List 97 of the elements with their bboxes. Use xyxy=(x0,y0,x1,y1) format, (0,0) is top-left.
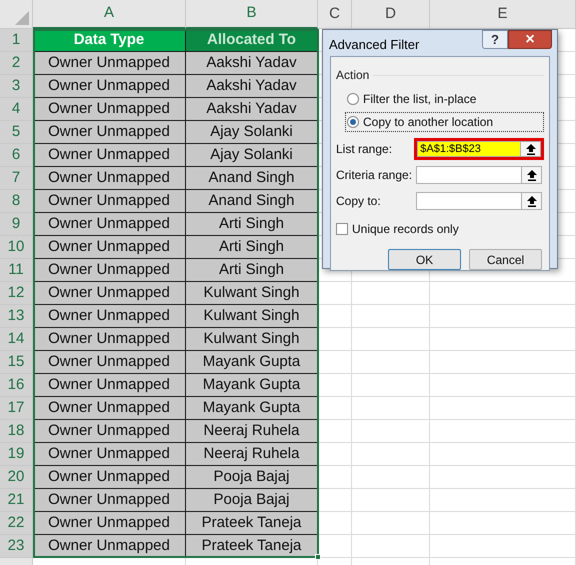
row-header[interactable]: 19 xyxy=(0,443,33,466)
collapse-arrow-icon xyxy=(526,196,536,206)
corner-triangle-icon xyxy=(15,11,29,25)
table-cell: Aakshi Yadav xyxy=(186,98,318,121)
table-cell: Owner Unmapped xyxy=(33,52,186,75)
row-header[interactable]: 14 xyxy=(0,328,33,351)
table-cell: Owner Unmapped xyxy=(33,328,186,351)
dialog-button[interactable]: OK xyxy=(388,249,461,270)
collapse-dialog-button[interactable] xyxy=(520,142,540,156)
row-header[interactable]: 1 xyxy=(0,29,33,52)
table-cell: Owner Unmapped xyxy=(33,121,186,144)
table-cell: Kulwant Singh xyxy=(186,282,318,305)
row-header[interactable]: 6 xyxy=(0,144,33,167)
field-label: Criteria range: xyxy=(336,167,414,184)
row-header[interactable]: 9 xyxy=(0,213,33,236)
table-cell: Owner Unmapped xyxy=(33,213,186,236)
field-label: List range: xyxy=(336,141,394,158)
dialog-button[interactable]: Cancel xyxy=(469,249,542,270)
row-header[interactable]: 10 xyxy=(0,236,33,259)
column-header[interactable]: D xyxy=(352,0,430,29)
table-cell: Aakshi Yadav xyxy=(186,52,318,75)
table-cell: Owner Unmapped xyxy=(33,489,186,512)
table-cell: Owner Unmapped xyxy=(33,397,186,420)
column-header[interactable]: A xyxy=(33,0,186,29)
table-cell: Kulwant Singh xyxy=(186,305,318,328)
help-button[interactable]: ? xyxy=(482,30,508,49)
fill-handle[interactable] xyxy=(315,554,321,560)
table-cell: Owner Unmapped xyxy=(33,305,186,328)
close-button[interactable]: × xyxy=(508,30,552,49)
row-header[interactable]: 13 xyxy=(0,305,33,328)
table-cell: Owner Unmapped xyxy=(33,190,186,213)
table-cell: Owner Unmapped xyxy=(33,466,186,489)
window-title: Advanced Filter xyxy=(329,36,420,54)
table-cell: Owner Unmapped xyxy=(33,98,186,121)
table-cell: Neeraj Ruhela xyxy=(186,443,318,466)
table-cell: Owner Unmapped xyxy=(33,512,186,535)
table-cell: Owner Unmapped xyxy=(33,443,186,466)
table-cell: Aakshi Yadav xyxy=(186,75,318,98)
table-cell: Kulwant Singh xyxy=(186,328,318,351)
header-cell: Data Type xyxy=(33,29,186,52)
table-cell: Ajay Solanki xyxy=(186,121,318,144)
table-cell: Ajay Solanki xyxy=(186,144,318,167)
table-cell: Owner Unmapped xyxy=(33,75,186,98)
row-header[interactable]: 23 xyxy=(0,535,33,558)
table-cell: Owner Unmapped xyxy=(33,167,186,190)
unique-records-checkbox[interactable]: Unique records only xyxy=(336,220,544,238)
row-header[interactable]: 7 xyxy=(0,167,33,190)
row-header[interactable]: 17 xyxy=(0,397,33,420)
field-label: Copy to: xyxy=(336,193,382,210)
table-cell: Arti Singh xyxy=(186,259,318,282)
row-header[interactable]: 5 xyxy=(0,121,33,144)
column-header[interactable]: B xyxy=(186,0,318,29)
table-cell: Mayank Gupta xyxy=(186,397,318,420)
row-header[interactable]: 3 xyxy=(0,75,33,98)
table-cell: Owner Unmapped xyxy=(33,282,186,305)
group-label: Action xyxy=(336,67,370,84)
header-cell: Allocated To xyxy=(186,29,318,52)
range-field[interactable]: $A$1:$B$23 xyxy=(417,141,541,157)
table-cell: Owner Unmapped xyxy=(33,236,186,259)
row-header[interactable]: 18 xyxy=(0,420,33,443)
collapse-arrow-icon xyxy=(526,170,536,180)
row-header[interactable]: 22 xyxy=(0,512,33,535)
table-cell: Arti Singh xyxy=(186,213,318,236)
table-cell: Prateek Taneja xyxy=(186,535,318,558)
table-cell: Pooja Bajaj xyxy=(186,489,318,512)
row-header[interactable]: 20 xyxy=(0,466,33,489)
table-cell: Pooja Bajaj xyxy=(186,466,318,489)
row-header[interactable]: 2 xyxy=(0,52,33,75)
column-header[interactable]: E xyxy=(430,0,576,29)
collapse-arrow-icon xyxy=(526,144,536,154)
table-cell: Anand Singh xyxy=(186,190,318,213)
range-field[interactable] xyxy=(416,166,542,184)
table-cell: Owner Unmapped xyxy=(33,374,186,397)
column-header[interactable]: C xyxy=(318,0,352,29)
row-header[interactable]: 12 xyxy=(0,282,33,305)
radio-option[interactable]: Filter the list, in-place xyxy=(345,89,544,109)
table-cell: Arti Singh xyxy=(186,236,318,259)
table-cell: Owner Unmapped xyxy=(33,144,186,167)
table-cell: Prateek Taneja xyxy=(186,512,318,535)
table-cell: Owner Unmapped xyxy=(33,535,186,558)
range-field[interactable] xyxy=(416,192,542,210)
table-cell: Owner Unmapped xyxy=(33,259,186,282)
row-header[interactable]: 15 xyxy=(0,351,33,374)
row-header[interactable]: 11 xyxy=(0,259,33,282)
row-header[interactable]: 16 xyxy=(0,374,33,397)
collapse-dialog-button[interactable] xyxy=(521,193,541,209)
table-cell: Owner Unmapped xyxy=(33,420,186,443)
table-cell: Owner Unmapped xyxy=(33,351,186,374)
collapse-dialog-button[interactable] xyxy=(521,167,541,183)
radio-option[interactable]: Copy to another location xyxy=(345,112,544,132)
table-cell: Anand Singh xyxy=(186,167,318,190)
table-cell: Neeraj Ruhela xyxy=(186,420,318,443)
row-header[interactable]: 4 xyxy=(0,98,33,121)
table-cell: Mayank Gupta xyxy=(186,374,318,397)
table-cell: Mayank Gupta xyxy=(186,351,318,374)
row-header[interactable]: 8 xyxy=(0,190,33,213)
row-header[interactable]: 21 xyxy=(0,489,33,512)
